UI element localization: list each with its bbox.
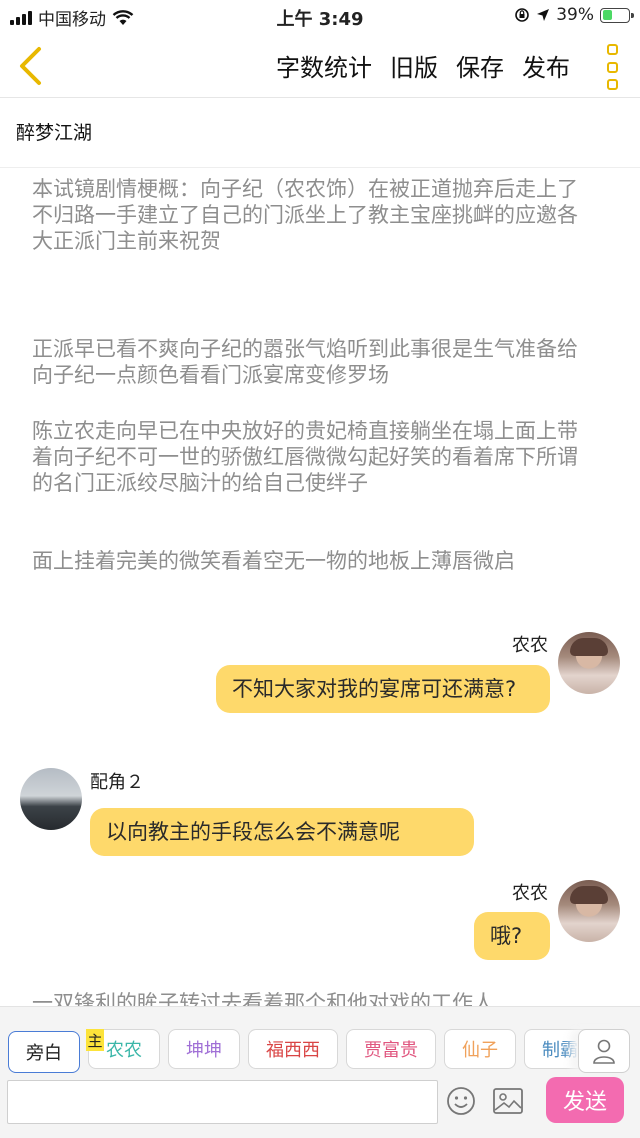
narration-paragraph: 陈立农走向早已在中央放好的贵妃椅直接躺坐在塌上面上带着向子纪不可一世的骄傲红唇微… — [32, 419, 578, 495]
editor-header: 字数统计 旧版 保存 发布 — [0, 34, 640, 98]
role-label: 制霸 — [542, 1040, 578, 1061]
narration-paragraph: 正派早已看不爽向子纪的嚣张气焰听到此事很是生气准备给向子纪一点颜色看看门派宴席变… — [32, 337, 578, 387]
role-label: 农农 — [106, 1040, 142, 1061]
role-label: 福西西 — [266, 1040, 320, 1061]
role-label: 贾富贵 — [364, 1040, 418, 1061]
role-manage-button[interactable] — [578, 1029, 630, 1073]
save-button[interactable]: 保存 — [456, 48, 504, 83]
rotation-lock-icon — [515, 8, 530, 22]
speaker-name: 农农 — [512, 635, 548, 656]
narration-paragraph: 面上挂着完美的微笑看着空无一物的地板上薄唇微启 — [32, 549, 515, 573]
emoji-button[interactable] — [446, 1086, 476, 1116]
message-input[interactable] — [7, 1080, 438, 1124]
avatar[interactable] — [558, 632, 620, 694]
title-bar[interactable]: 醉梦江湖 — [0, 98, 640, 168]
input-bar: 发送 — [0, 1076, 640, 1138]
location-icon — [537, 9, 550, 21]
publish-button[interactable]: 发布 — [522, 48, 570, 83]
role-chip[interactable]: 贾富贵 — [346, 1029, 436, 1069]
battery-level — [602, 10, 613, 20]
role-chip[interactable]: 福西西 — [248, 1029, 338, 1069]
role-chip[interactable]: 仙子 — [444, 1029, 516, 1069]
narration-paragraph: 本试镜剧情梗概：向子纪（农农饰）在被正道抛弃后走上了不归路一手建立了自己的门派坐… — [32, 177, 578, 253]
person-icon — [593, 1039, 615, 1064]
lead-role-badge: 主 — [86, 1029, 104, 1051]
role-label: 坤坤 — [186, 1040, 222, 1061]
status-bar: 中国移动 上午 3:49 39% — [0, 0, 640, 34]
role-selector-bar: 旁白 主 农农 坤坤 福西西 贾富贵 仙子 制霸 — [0, 1006, 640, 1076]
speaker-name: 配角２ — [90, 772, 144, 793]
back-button[interactable] — [10, 42, 50, 90]
status-right: 39% — [514, 5, 634, 25]
header-actions: 字数统计 旧版 保存 发布 — [276, 48, 570, 83]
old-version-button[interactable]: 旧版 — [390, 48, 438, 83]
chat-bubble[interactable]: 以向教主的手段怎么会不满意呢 — [90, 808, 474, 856]
avatar[interactable] — [20, 768, 82, 830]
chat-bubble[interactable]: 哦? — [474, 912, 550, 960]
chevron-left-icon — [20, 47, 41, 85]
story-title: 醉梦江湖 — [16, 122, 93, 144]
more-menu-icon[interactable] — [602, 44, 622, 90]
word-count-button[interactable]: 字数统计 — [276, 48, 372, 83]
narration-paragraph: 一双锋利的眸子转过去看着那个和他对戏的工作人 — [32, 991, 494, 1006]
smiley-icon — [447, 1087, 475, 1115]
role-chip[interactable]: 坤坤 — [168, 1029, 240, 1069]
speaker-name: 农农 — [512, 883, 548, 904]
script-content[interactable]: 本试镜剧情梗概：向子纪（农农饰）在被正道抛弃后走上了不归路一手建立了自己的门派坐… — [0, 168, 640, 1006]
send-button[interactable]: 发送 — [546, 1077, 624, 1123]
avatar[interactable] — [558, 880, 620, 942]
image-icon — [493, 1088, 523, 1114]
image-button[interactable] — [492, 1086, 524, 1116]
role-chip-narrator[interactable]: 旁白 — [8, 1031, 80, 1073]
role-label: 旁白 — [26, 1043, 62, 1064]
role-label: 仙子 — [462, 1040, 498, 1061]
battery-percent: 39% — [556, 5, 594, 25]
battery-icon — [600, 7, 634, 23]
chat-bubble[interactable]: 不知大家对我的宴席可还满意? — [216, 665, 550, 713]
